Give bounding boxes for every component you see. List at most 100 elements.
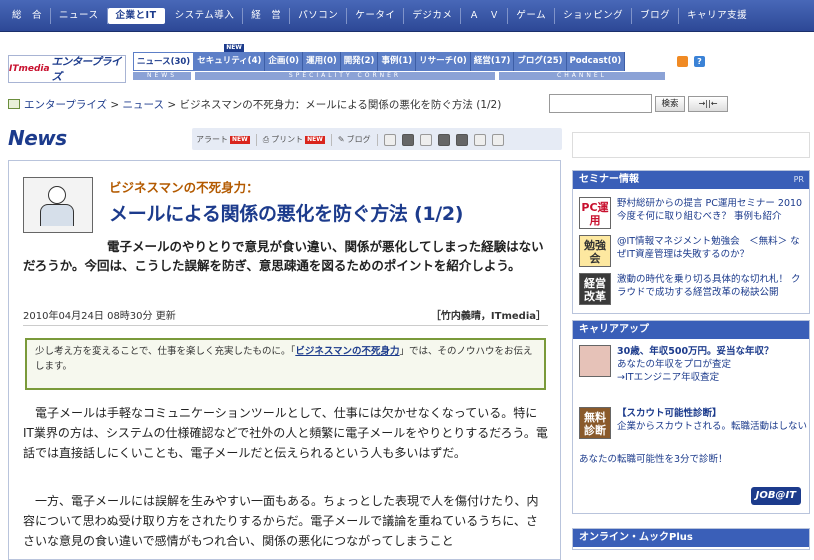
breadcrumb-news[interactable]: ニュース <box>123 99 164 111</box>
article: ビジネスマンの不死身力： メールによる関係の悪化を防ぐ方法 (1/2) 電子メー… <box>8 160 561 560</box>
tab-research[interactable]: リサーチ(0) <box>416 52 471 71</box>
jobit-logo[interactable]: JOB@IT <box>750 487 801 505</box>
seminar-item[interactable]: 勉強会 @IT情報マネジメント勉強会 ＜無料＞ なぜIT資産管理は失敗するのか？ <box>579 235 805 269</box>
breadcrumb-enterprise[interactable]: エンタープライズ <box>24 99 107 111</box>
logo-name: エンタープライズ <box>51 56 122 83</box>
article-paragraph: 電子メールは手軽なコミュニケーションツールとして、仕事には欠かせなくなっている。… <box>23 406 548 460</box>
blog-button[interactable]: ✎ ブログ <box>338 134 371 145</box>
divider <box>23 325 548 326</box>
new-badge: NEW <box>224 44 244 52</box>
tab-security-label: セキュリティ(4) <box>197 56 262 66</box>
bookmark-icon[interactable] <box>401 133 414 146</box>
tab-blog[interactable]: ブログ(25) <box>514 52 567 71</box>
tab-kaihatsu[interactable]: 開発(2) <box>340 52 379 71</box>
pr-label: PR <box>793 175 804 184</box>
tab-kikaku[interactable]: 企画(0) <box>265 52 304 71</box>
nav-av[interactable]: Ａ Ｖ <box>461 8 509 24</box>
nav-shopping[interactable]: ショッピング <box>555 8 633 24</box>
site-logo[interactable]: ITmedia エンタープライズ <box>8 55 126 83</box>
channel-bar: ニュース(30) NEW セキュリティ(4) 企画(0) 運用(0) 開発(2) … <box>133 44 665 80</box>
study-icon: 勉強会 <box>579 235 611 267</box>
section-title: News <box>8 126 67 150</box>
nav-camera[interactable]: デジカメ <box>404 8 462 24</box>
nav-sogo[interactable]: 総 合 <box>4 8 52 24</box>
news-label: NEWS <box>133 72 191 80</box>
sitemap-icon <box>8 99 20 109</box>
career-headline: 【スカウト可能性診断】 <box>617 408 722 419</box>
alert-label: アラート <box>196 135 228 144</box>
series-link[interactable]: ビジネスマンの不死身力 <box>295 346 399 357</box>
seminar-box: セミナー情報 PR PC運用 野村総研からの提言 PC運用セミナー 2010 今度… <box>572 170 810 314</box>
channel-label: CHANNEL <box>499 72 665 80</box>
nav-news[interactable]: ニュース <box>51 8 108 24</box>
pc-icon: PC運用 <box>579 197 611 229</box>
seminar-item[interactable]: PC運用 野村総研からの提言 PC運用セミナー 2010 今度そ何に取り組むべき… <box>579 197 805 231</box>
nav-blog[interactable]: ブログ <box>632 8 680 24</box>
new-badge: NEW <box>230 135 250 144</box>
search-input[interactable] <box>549 94 652 113</box>
article-title: メールによる関係の悪化を防ぐ方法 (1/2) <box>109 203 464 225</box>
article-byline: ［竹内義晴，ITmedia］ <box>430 311 546 322</box>
career-item[interactable]: 30歳、年収500万円。妥当な年収？ あなたの年収をプロが査定 →ITエンジニア年収… <box>579 345 805 393</box>
breadcrumb-sep: > <box>164 99 180 111</box>
tab-security[interactable]: NEW セキュリティ(4) <box>194 44 266 71</box>
article-paragraph: 一方、電子メールには誤解を生みやすい一面もある。ちょっとした表現で人を傷付けたり… <box>23 494 539 548</box>
global-nav: 総 合 ニュース 企業とIT システム導入 経 営 パソコン ケータイ デジカメ… <box>0 0 814 32</box>
nav-system[interactable]: システム導入 <box>167 8 244 24</box>
link-icon[interactable] <box>383 133 396 146</box>
alert-button[interactable]: アラート NEW <box>196 134 250 145</box>
online-title: オンライン・ムックPlus <box>579 532 693 543</box>
speciality-label: SPECIALITY CORNER <box>195 72 495 80</box>
pencil-icon: ✎ <box>337 135 345 144</box>
tab-podcast[interactable]: Podcast(0) <box>566 52 626 71</box>
nav-pc[interactable]: パソコン <box>290 8 348 24</box>
career-headline: 30歳、年収500万円。妥当な年収？ <box>617 346 774 357</box>
seminar-text: @IT情報マネジメント勉強会 ＜無料＞ なぜIT資産管理は失敗するのか？ <box>617 236 800 260</box>
search-button[interactable]: 検索 <box>655 96 685 112</box>
news-header: News アラート NEW ⎙ プリント NEW ✎ ブログ <box>0 124 566 154</box>
share-icon[interactable] <box>491 133 504 146</box>
divider <box>376 133 378 146</box>
nav-mobile[interactable]: ケータイ <box>347 8 405 24</box>
breadcrumb-sep: > <box>107 99 123 111</box>
help-icon[interactable]: ? <box>694 56 705 67</box>
career-line: あなたの転職可能性を3分で診断！ <box>579 454 728 465</box>
article-date: 2010年04月24日 08時30分 更新 <box>23 311 176 322</box>
divider <box>255 133 257 146</box>
article-thumbnail <box>23 177 93 233</box>
global-nav-items: 総 合 ニュース 企業とIT システム導入 経 営 パソコン ケータイ デジカメ… <box>0 0 814 32</box>
career-title: キャリアアップ <box>579 324 649 335</box>
series-note: 少し考え方を変えることで、仕事を楽しく充実したものに。「ビジネスマンの不死身力」… <box>25 338 546 390</box>
career-box: キャリアアップ 30歳、年収500万円。妥当な年収？ あなたの年収をプロが査定 →I… <box>572 320 810 514</box>
tab-keiei[interactable]: 経営(17) <box>470 52 515 71</box>
nav-enterprise[interactable]: 企業とIT <box>107 8 165 24</box>
seminar-item[interactable]: 経営改革 激動の時代を乗り切る具体的な切れ札！ クラウドで成功する経営改革の秘訣… <box>579 273 805 307</box>
career-line: あなたの年収をプロが査定 <box>617 359 732 370</box>
face-illustration <box>48 186 66 204</box>
divider <box>330 133 332 146</box>
n-icon[interactable] <box>455 133 468 146</box>
breadcrumb-current: ビジネスマンの不死身力：メールによる関係の悪化を防ぐ方法 (1/2) <box>179 99 502 111</box>
clip-icon[interactable] <box>419 133 432 146</box>
breadcrumb: エンタープライズ > ニュース > ビジネスマンの不死身力：メールによる関係の悪… <box>8 97 501 112</box>
sidebar-ad-blank <box>572 132 810 158</box>
tab-unyo[interactable]: 運用(0) <box>303 52 341 71</box>
seminar-title: セミナー情報 <box>579 174 639 185</box>
nav-management[interactable]: 経 営 <box>243 8 291 24</box>
tab-news[interactable]: ニュース(30) <box>133 52 195 71</box>
rss-icon[interactable] <box>677 56 688 67</box>
diagnosis-icon: 無料診断 <box>579 407 611 439</box>
search-scope-button[interactable]: →||← <box>688 96 728 112</box>
tab-jirei[interactable]: 事例(1) <box>378 52 417 71</box>
new-badge: NEW <box>305 135 325 144</box>
nav-game[interactable]: ゲーム <box>508 8 556 24</box>
calculator-icon <box>579 345 611 377</box>
seminar-text: 激動の時代を乗り切る具体的な切れ札！ クラウドで成功する経営改革の秘訣公開 <box>617 274 801 298</box>
social-icon[interactable] <box>473 133 486 146</box>
article-kicker: ビジネスマンの不死身力： <box>109 180 259 195</box>
print-label: プリント <box>271 135 304 144</box>
b-icon[interactable] <box>437 133 450 146</box>
nav-career[interactable]: キャリア支援 <box>679 8 755 24</box>
print-button[interactable]: ⎙ プリント NEW <box>263 134 325 145</box>
article-lead: 電子メールのやりとりで意見が食い違い、関係が悪化してしまった経験はないだろうか。… <box>23 239 544 273</box>
